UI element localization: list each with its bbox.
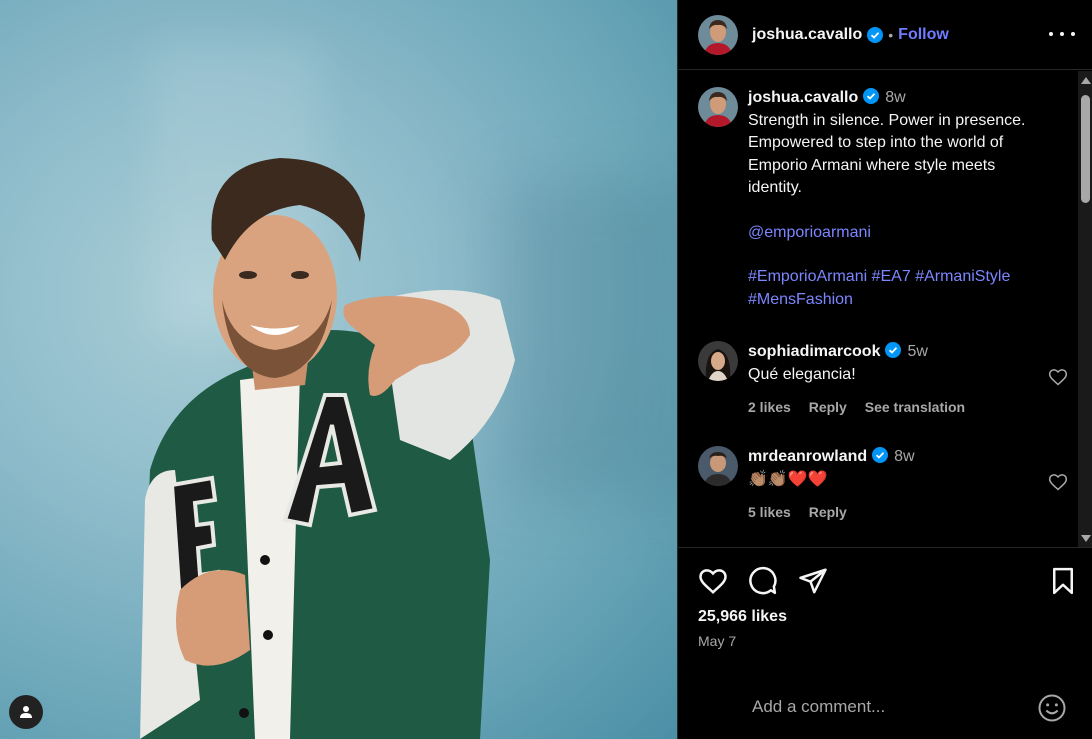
reply-button[interactable]: Reply: [809, 399, 847, 415]
author-avatar[interactable]: [698, 14, 738, 55]
comment-text: Qué elegancia!: [748, 365, 856, 383]
comment-username[interactable]: mrdeanrowland: [748, 448, 867, 465]
caption-text: Strength in silence. Power in presence. …: [748, 111, 1026, 197]
comments-list[interactable]: joshua.cavallo 8w Strength in silence. Po…: [678, 71, 1092, 548]
caption-username[interactable]: joshua.cavallo: [748, 89, 858, 106]
post-actions-bar: [698, 566, 1078, 596]
more-options-button[interactable]: [1049, 22, 1075, 46]
verified-badge-icon: [885, 342, 902, 358]
save-bookmark-icon[interactable]: [1048, 566, 1078, 596]
comment-username[interactable]: sophiadimarcook: [748, 343, 880, 360]
follow-button[interactable]: Follow: [898, 26, 949, 44]
dot-icon: [1060, 32, 1064, 36]
comment-likes-count[interactable]: 5 likes: [748, 504, 791, 520]
comment-time[interactable]: 8w: [894, 448, 914, 465]
scrollbar-thumb[interactable]: [1081, 95, 1090, 203]
add-comment-bar: [678, 670, 1092, 739]
user-tags-button[interactable]: [9, 695, 43, 729]
verified-badge-icon: [867, 26, 884, 43]
verified-badge-icon: [872, 447, 889, 463]
comment-likes-count[interactable]: 2 likes: [748, 399, 791, 415]
post-side-panel: joshua.cavallo • Follow joshua.cavallo 8w…: [677, 0, 1092, 739]
comment-text: 👏🏽👏🏽❤️❤️: [748, 470, 828, 488]
verified-badge-icon: [863, 88, 880, 104]
post-header: joshua.cavallo • Follow: [678, 0, 1092, 70]
like-comment-heart-icon[interactable]: [1048, 367, 1068, 387]
share-paper-plane-icon[interactable]: [798, 566, 828, 596]
reply-button[interactable]: Reply: [809, 504, 847, 520]
comment-item: sophiadimarcook 5w Qué elegancia! 2 likes…: [698, 341, 1068, 419]
comment-item: mrdeanrowland 8w 👏🏽👏🏽❤️❤️ 5 likes Reply: [698, 446, 1068, 524]
separator-dot: •: [888, 26, 894, 43]
scroll-down-arrow-icon[interactable]: [1081, 535, 1091, 542]
post-photo[interactable]: [0, 0, 677, 739]
caption-hashtags[interactable]: #EmporioArmani #EA7 #ArmaniStyle #MensFa…: [748, 268, 1010, 308]
like-heart-icon[interactable]: [698, 566, 728, 596]
like-comment-heart-icon[interactable]: [1048, 472, 1068, 492]
dot-icon: [1071, 32, 1075, 36]
caption-mention-link[interactable]: @emporioarmani: [748, 224, 871, 241]
see-translation-button[interactable]: See translation: [865, 399, 965, 415]
comments-scrollbar[interactable]: [1078, 71, 1092, 547]
post-caption: joshua.cavallo 8w Strength in silence. Po…: [698, 87, 1068, 311]
caption-time[interactable]: 8w: [885, 89, 905, 106]
emoji-picker-icon[interactable]: [1037, 693, 1067, 723]
commenter-avatar[interactable]: [698, 446, 738, 486]
comment-time[interactable]: 5w: [907, 343, 927, 360]
commenter-avatar[interactable]: [698, 341, 738, 381]
post-likes-count[interactable]: 25,966 likes: [698, 608, 787, 626]
author-username[interactable]: joshua.cavallo: [752, 26, 862, 44]
comment-bubble-icon[interactable]: [748, 566, 778, 596]
dot-icon: [1049, 32, 1053, 36]
man-in-varsity-jacket-illustration: [140, 158, 515, 739]
add-comment-input[interactable]: [752, 695, 1022, 719]
caption-author-avatar[interactable]: [698, 87, 738, 127]
post-date[interactable]: May 7: [698, 633, 736, 649]
scroll-up-arrow-icon[interactable]: [1081, 77, 1091, 84]
person-icon: [20, 706, 32, 718]
